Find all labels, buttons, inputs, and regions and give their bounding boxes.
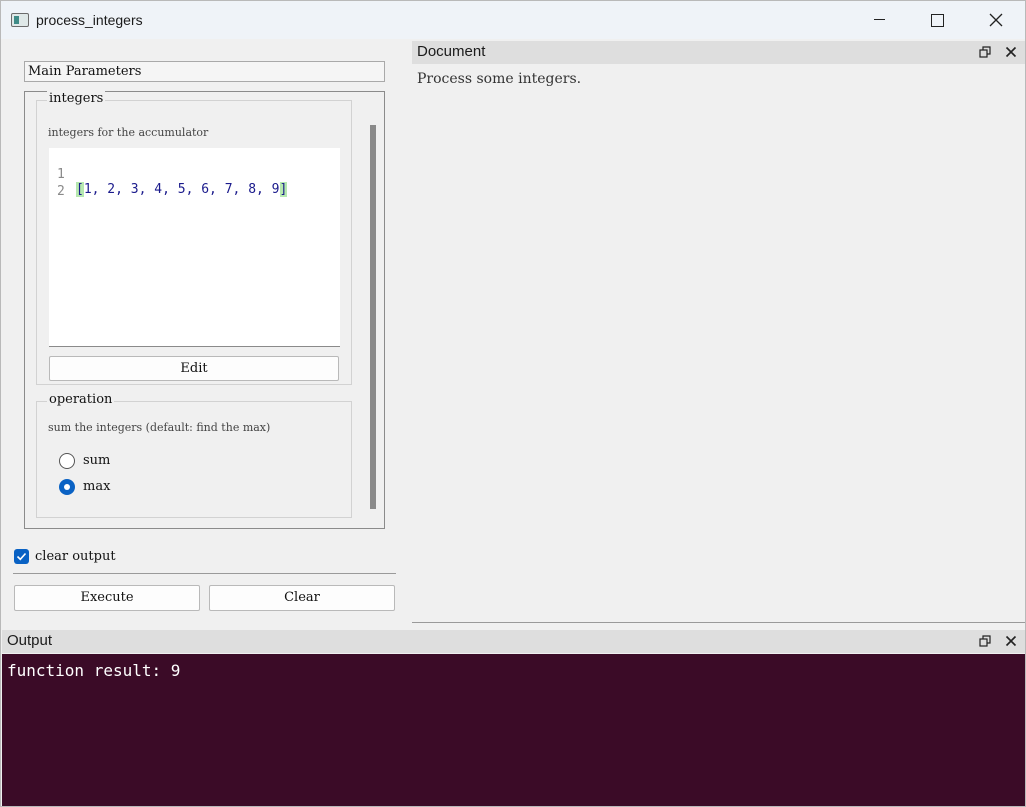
document-text: Process some integers.	[417, 71, 582, 87]
vertical-scrollbar[interactable]	[370, 125, 376, 509]
minimize-button[interactable]	[850, 1, 908, 39]
parameters-panel: Main Parameters integers integers for th…	[1, 39, 411, 629]
radio-button-max[interactable]	[59, 479, 75, 495]
execute-button[interactable]: Execute	[14, 585, 200, 611]
restore-icon[interactable]	[979, 46, 991, 58]
line-number: 2	[57, 184, 65, 199]
app-window: process_integers Main Parameters integer…	[0, 0, 1026, 807]
integers-code-editor[interactable]: 1 [1, 2, 3, 4, 5, 6, 7, 8, 9] 2	[49, 148, 340, 347]
maximize-button[interactable]	[908, 1, 966, 39]
document-bottom-border	[412, 622, 1025, 623]
restore-icon[interactable]	[979, 635, 991, 647]
checkmark-icon	[16, 552, 27, 561]
close-icon	[989, 13, 1003, 27]
clear-output-checkbox[interactable]	[14, 549, 29, 564]
radio-button-sum[interactable]	[59, 453, 75, 469]
operation-description: sum the integers (default: find the max)	[48, 421, 271, 434]
integers-group-title: integers	[47, 91, 106, 106]
close-icon[interactable]	[1005, 46, 1017, 58]
output-dock-title: Output	[7, 632, 53, 649]
main-parameters-title: Main Parameters	[24, 61, 385, 82]
output-console[interactable]: function result: 9	[2, 654, 1025, 806]
close-window-button[interactable]	[967, 1, 1025, 39]
edit-button[interactable]: Edit	[49, 356, 339, 381]
radio-label-max: max	[83, 479, 111, 494]
title-bar: process_integers	[1, 1, 1025, 39]
integers-description: integers for the accumulator	[48, 126, 209, 139]
document-dock-header: Document	[412, 41, 1025, 64]
close-icon[interactable]	[1005, 635, 1017, 647]
clear-button[interactable]: Clear	[209, 585, 395, 611]
document-body: Process some integers.	[412, 64, 1025, 622]
editor-line: 1 [1, 2, 3, 4, 5, 6, 7, 8, 9]	[49, 152, 288, 197]
operation-group-title: operation	[47, 392, 115, 407]
document-dock-title: Document	[417, 43, 486, 60]
integers-group: integers integers for the accumulator 1 …	[36, 91, 352, 385]
radio-label-sum: sum	[83, 453, 111, 468]
close-bracket: ]	[279, 182, 288, 197]
clear-output-label[interactable]: clear output	[35, 549, 116, 564]
parameters-scroll-area[interactable]: integers integers for the accumulator 1 …	[24, 91, 385, 529]
scrollbar-thumb[interactable]	[370, 125, 376, 509]
output-text: function result: 9	[7, 661, 181, 680]
operation-group: operation sum the integers (default: fin…	[36, 392, 352, 518]
output-dock-header: Output	[2, 630, 1025, 653]
window-title: process_integers	[36, 12, 143, 28]
separator	[13, 573, 396, 574]
app-icon	[11, 13, 29, 27]
editor-line: 2	[49, 169, 143, 199]
